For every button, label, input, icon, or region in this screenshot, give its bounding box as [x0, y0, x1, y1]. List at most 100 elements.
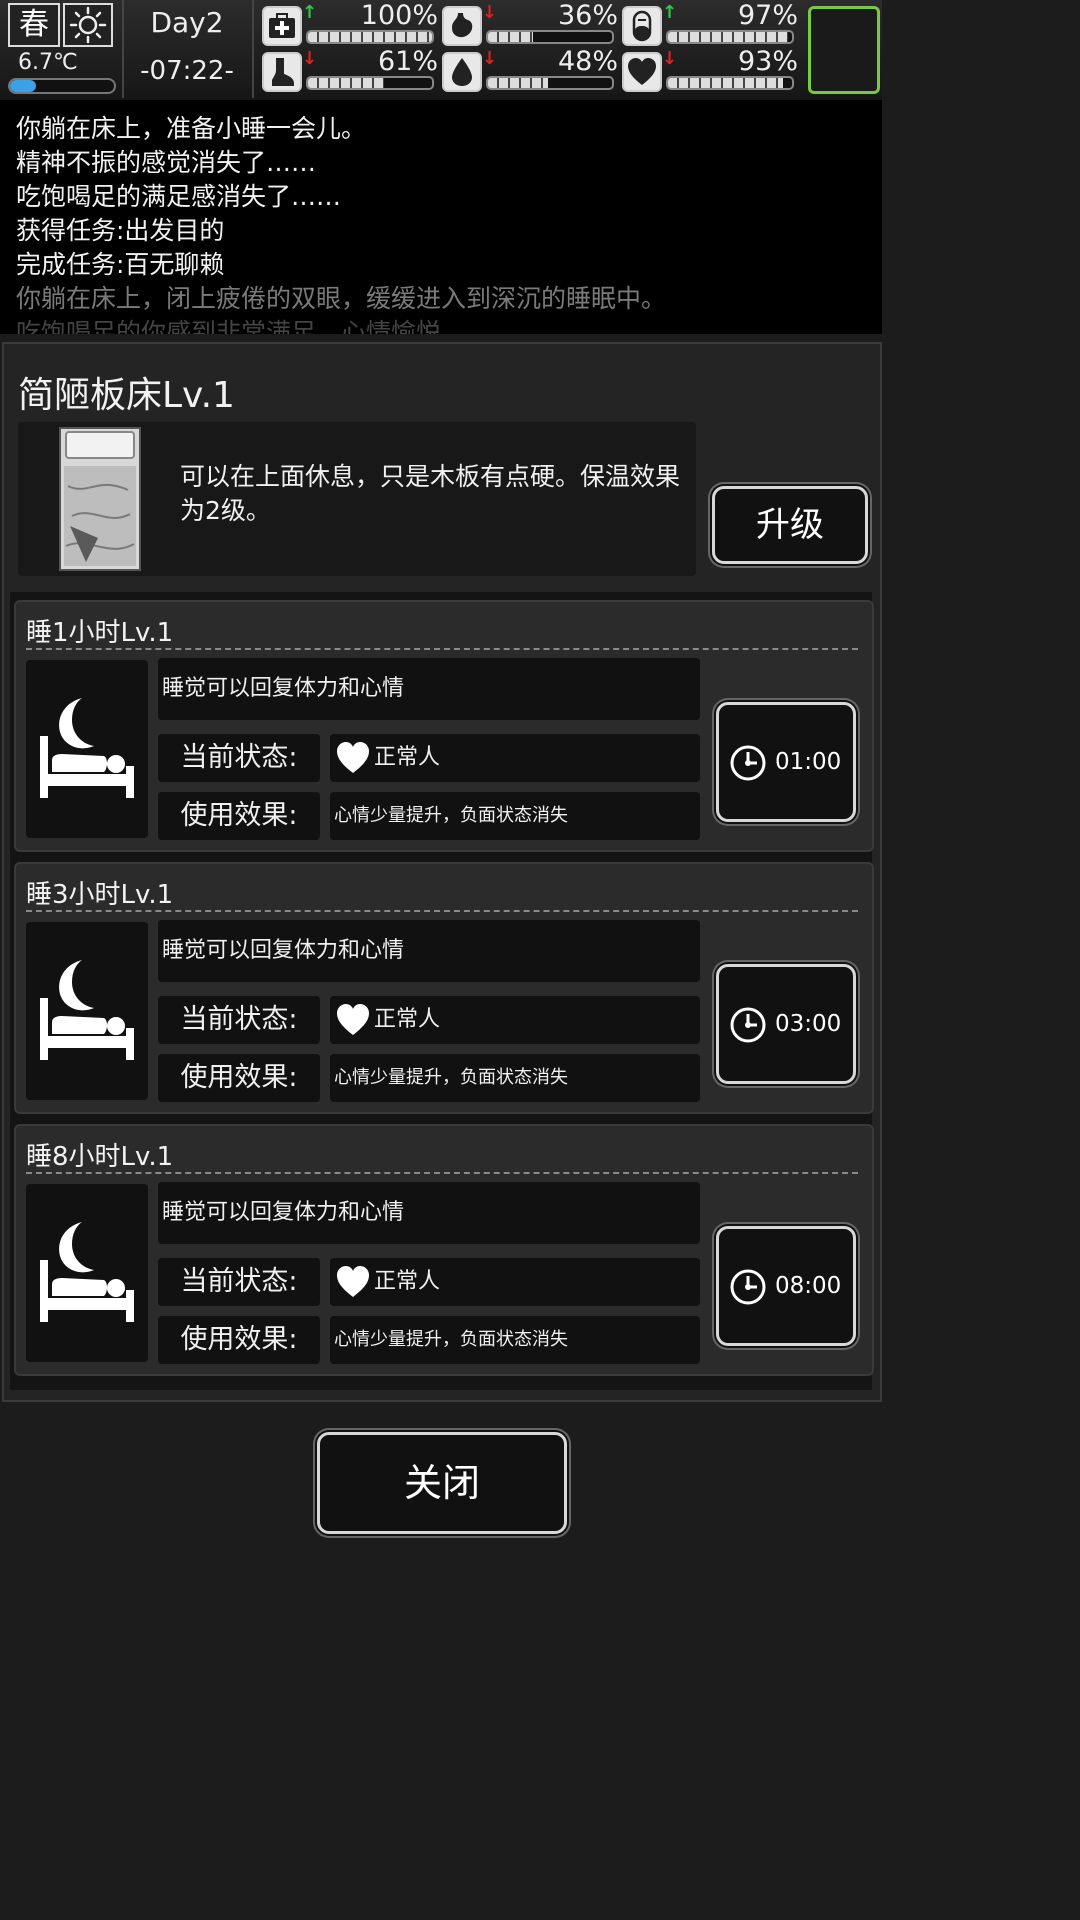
- stat-bar: [666, 76, 794, 90]
- effect-value: 心情少量提升，负面状态消失: [330, 792, 700, 840]
- sleep-option-description: 睡觉可以回复体力和心情: [158, 658, 700, 720]
- effect-label: 使用效果:: [158, 1054, 320, 1102]
- sleep-option-title: 睡3小时Lv.1: [26, 880, 174, 910]
- close-button[interactable]: 关闭: [317, 1432, 567, 1534]
- day-label: Day2: [150, 6, 224, 39]
- stat-fill: [488, 78, 548, 88]
- stat-fill: [488, 32, 533, 42]
- moon-bed-icon: [26, 1184, 148, 1362]
- stat-mood: ↓ 93%: [622, 46, 800, 92]
- log-line: 获得任务:出发目的: [16, 216, 225, 245]
- status-bar: 春 6.7℃ Day2 -07:22- ↑ 100% ↓ 36% ↑ 97% ↓…: [0, 0, 882, 102]
- clock-label: -07:22-: [140, 56, 234, 86]
- bed-panel: 简陋板床Lv.1 可以在上面休息，只是木板有点硬。保温效果为2级。 升级 睡1小…: [2, 342, 882, 1402]
- divider: [252, 0, 254, 98]
- effect-label: 使用效果:: [158, 792, 320, 840]
- stat-percent: 97%: [737, 0, 798, 31]
- temperature-fill: [10, 80, 36, 92]
- divider: [26, 910, 858, 912]
- heart-icon: [337, 742, 369, 773]
- log-line: 吃饱喝足的满足感消失了……: [16, 182, 342, 211]
- trend-arrow-icon: ↑: [662, 2, 678, 23]
- status-text: 正常人: [374, 1007, 441, 1032]
- stat-fill: [308, 78, 384, 88]
- stat-stamina: ↓ 61%: [262, 46, 440, 92]
- divider: [26, 1172, 858, 1174]
- trend-arrow-icon: ↓: [482, 48, 498, 69]
- heart-icon: [622, 52, 662, 92]
- stat-medicine: ↑ 97%: [622, 0, 800, 46]
- status-label: 当前状态:: [158, 1258, 320, 1306]
- sun-icon: [63, 3, 113, 47]
- status-text: 正常人: [374, 745, 441, 770]
- stat-hunger: ↓ 36%: [442, 0, 620, 46]
- status-text: 正常人: [374, 1269, 441, 1294]
- stat-percent: 61%: [377, 46, 438, 77]
- clock-icon: [730, 745, 766, 781]
- temperature-label: 6.7℃: [18, 50, 78, 75]
- capsule-icon: [622, 6, 662, 46]
- temperature-bar: [8, 78, 116, 94]
- sleep-option: 睡1小时Lv.1 睡觉可以回复体力和心情 当前状态: 正常人 使用效果: 心情少…: [14, 600, 874, 852]
- season-indicator: 春: [8, 3, 60, 47]
- stat-bar: [486, 76, 614, 90]
- bed-image: [58, 426, 142, 572]
- stat-percent: 100%: [360, 0, 438, 31]
- moon-bed-icon: [26, 660, 148, 838]
- sleep-time-label: 01:00: [775, 749, 842, 775]
- sleep-8h-button[interactable]: 08:00: [716, 1226, 856, 1346]
- sleep-time-label: 03:00: [775, 1011, 842, 1037]
- stat-fill: [308, 32, 432, 42]
- upgrade-button[interactable]: 升级: [712, 486, 868, 564]
- stat-fill: [668, 78, 784, 88]
- log-line: 精神不振的感觉消失了……: [16, 148, 317, 177]
- stat-health: ↑ 100%: [262, 0, 440, 46]
- heart-icon: [337, 1266, 369, 1297]
- character-portrait-button[interactable]: [808, 6, 880, 94]
- status-label: 当前状态:: [158, 734, 320, 782]
- status-label: 当前状态:: [158, 996, 320, 1044]
- medkit-icon: [262, 6, 302, 46]
- water-drop-icon: [442, 52, 482, 92]
- stat-percent: 48%: [557, 46, 618, 77]
- effect-label: 使用效果:: [158, 1316, 320, 1364]
- sleep-option-description: 睡觉可以回复体力和心情: [158, 920, 700, 982]
- bed-title: 简陋板床Lv.1: [18, 375, 235, 416]
- message-log[interactable]: 你躺在床上，准备小睡一会儿。 精神不振的感觉消失了…… 吃饱喝足的满足感消失了……: [0, 102, 882, 334]
- sleep-option-description: 睡觉可以回复体力和心情: [158, 1182, 700, 1244]
- stat-thirst: ↓ 48%: [442, 46, 620, 92]
- bed-description: 可以在上面休息，只是木板有点硬。保温效果为2级。: [180, 462, 681, 525]
- sleep-time-label: 08:00: [775, 1273, 842, 1299]
- foot-icon: [262, 52, 302, 92]
- trend-arrow-icon: ↓: [662, 48, 678, 69]
- clock-icon: [730, 1269, 766, 1305]
- log-line: 吃饱喝足的你感到非常满足，心情愉悦。: [16, 318, 467, 334]
- sleep-option: 睡8小时Lv.1 睡觉可以回复体力和心情 当前状态: 正常人 使用效果: 心情少…: [14, 1124, 874, 1376]
- stat-fill: [668, 32, 789, 42]
- trend-arrow-icon: ↓: [482, 2, 498, 23]
- log-line: 你躺在床上，闭上疲倦的双眼，缓缓进入到深沉的睡眠中。: [16, 284, 667, 313]
- sleep-option-list[interactable]: 睡1小时Lv.1 睡觉可以回复体力和心情 当前状态: 正常人 使用效果: 心情少…: [10, 592, 874, 1390]
- stat-percent: 36%: [557, 0, 618, 31]
- effect-value: 心情少量提升，负面状态消失: [330, 1316, 700, 1364]
- stomach-icon: [442, 6, 482, 46]
- moon-bed-icon: [26, 922, 148, 1100]
- trend-arrow-icon: ↑: [302, 2, 318, 23]
- sleep-option: 睡3小时Lv.1 睡觉可以回复体力和心情 当前状态: 正常人 使用效果: 心情少…: [14, 862, 874, 1114]
- trend-arrow-icon: ↓: [302, 48, 318, 69]
- status-value: 正常人: [330, 1258, 700, 1306]
- log-line: 你躺在床上，准备小睡一会儿。: [16, 114, 367, 143]
- clock-icon: [730, 1007, 766, 1043]
- stat-bar: [306, 30, 434, 44]
- status-value: 正常人: [330, 734, 700, 782]
- sleep-option-title: 睡1小时Lv.1: [26, 618, 174, 648]
- bed-info: 可以在上面休息，只是木板有点硬。保温效果为2级。: [18, 422, 696, 576]
- stat-percent: 93%: [737, 46, 798, 77]
- stat-bar: [306, 76, 434, 90]
- status-value: 正常人: [330, 996, 700, 1044]
- log-line: 完成任务:百无聊赖: [16, 250, 225, 279]
- sleep-3h-button[interactable]: 03:00: [716, 964, 856, 1084]
- effect-value: 心情少量提升，负面状态消失: [330, 1054, 700, 1102]
- sleep-1h-button[interactable]: 01:00: [716, 702, 856, 822]
- heart-icon: [337, 1004, 369, 1035]
